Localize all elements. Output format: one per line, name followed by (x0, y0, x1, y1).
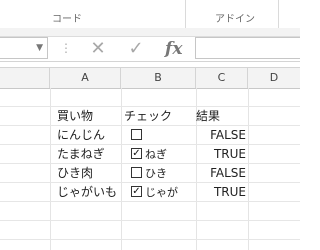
checkbox-label: ひき (145, 167, 167, 180)
drag-handle-icon[interactable]: ⋮ (60, 41, 72, 55)
cell-b[interactable]: ひき肉 (57, 164, 93, 183)
name-box[interactable]: ▼ (0, 37, 48, 59)
ribbon-group-code[interactable]: コード (52, 10, 82, 25)
ribbon-collapse-strip (0, 28, 300, 37)
cancel-icon[interactable]: ✕ (88, 39, 108, 59)
enter-check-icon[interactable]: ✓ (126, 39, 146, 59)
cell-b-header[interactable]: 買い物 (57, 107, 93, 126)
cell-b[interactable]: たまねぎ (57, 145, 105, 164)
cell-c-header[interactable]: チェック (124, 107, 172, 126)
chevron-down-icon[interactable]: ▼ (36, 43, 43, 53)
worksheet-grid[interactable]: 買い物 チェック 結果 にんじん FALSE たまねぎ ✓ ねぎ TRUE ひき… (0, 88, 300, 250)
ribbon: コード アドイン (0, 0, 300, 29)
column-header-d[interactable]: D (248, 68, 300, 88)
cell-d-header[interactable]: 結果 (196, 107, 220, 126)
checkbox-checked[interactable]: ✓ (131, 186, 142, 197)
cell-d[interactable]: FALSE (196, 126, 246, 145)
cell-d[interactable]: TRUE (196, 145, 246, 164)
cell-b[interactable]: にんじん (57, 126, 105, 145)
formula-bar: ▼ ⋮ ✕ ✓ fx (0, 37, 300, 62)
table-row[interactable] (0, 221, 300, 240)
spacer (0, 62, 300, 66)
ribbon-divider (278, 0, 279, 28)
ribbon-divider (185, 0, 186, 28)
column-header-a[interactable]: A (50, 68, 121, 88)
select-all-corner[interactable] (0, 68, 50, 88)
table-header-row[interactable]: 買い物 チェック 結果 (0, 107, 300, 126)
checkbox-checked[interactable]: ✓ (131, 148, 142, 159)
cell-d[interactable]: FALSE (196, 164, 246, 183)
cell-d[interactable]: TRUE (196, 183, 246, 202)
cell-b[interactable]: じゃがいも (57, 183, 117, 202)
checkbox-unchecked[interactable] (131, 129, 142, 140)
insert-function-button[interactable]: fx (165, 37, 182, 61)
ribbon-group-addins[interactable]: アドイン (215, 10, 255, 25)
formula-input[interactable] (195, 37, 300, 59)
checkbox-label: ねぎ (145, 148, 167, 161)
checkbox-unchecked[interactable] (131, 167, 142, 178)
table-row[interactable] (0, 88, 300, 107)
table-row[interactable]: たまねぎ ✓ ねぎ TRUE (0, 145, 300, 164)
checkbox-label: じゃが (145, 186, 178, 199)
table-row[interactable]: じゃがいも ✓ じゃが TRUE (0, 183, 300, 202)
column-header-c[interactable]: C (196, 68, 248, 88)
table-row[interactable]: にんじん FALSE (0, 126, 300, 145)
table-row[interactable] (0, 202, 300, 221)
column-header-row: A B C D (0, 67, 300, 89)
column-header-b[interactable]: B (121, 68, 196, 88)
table-row[interactable]: ひき肉 ひき FALSE (0, 164, 300, 183)
